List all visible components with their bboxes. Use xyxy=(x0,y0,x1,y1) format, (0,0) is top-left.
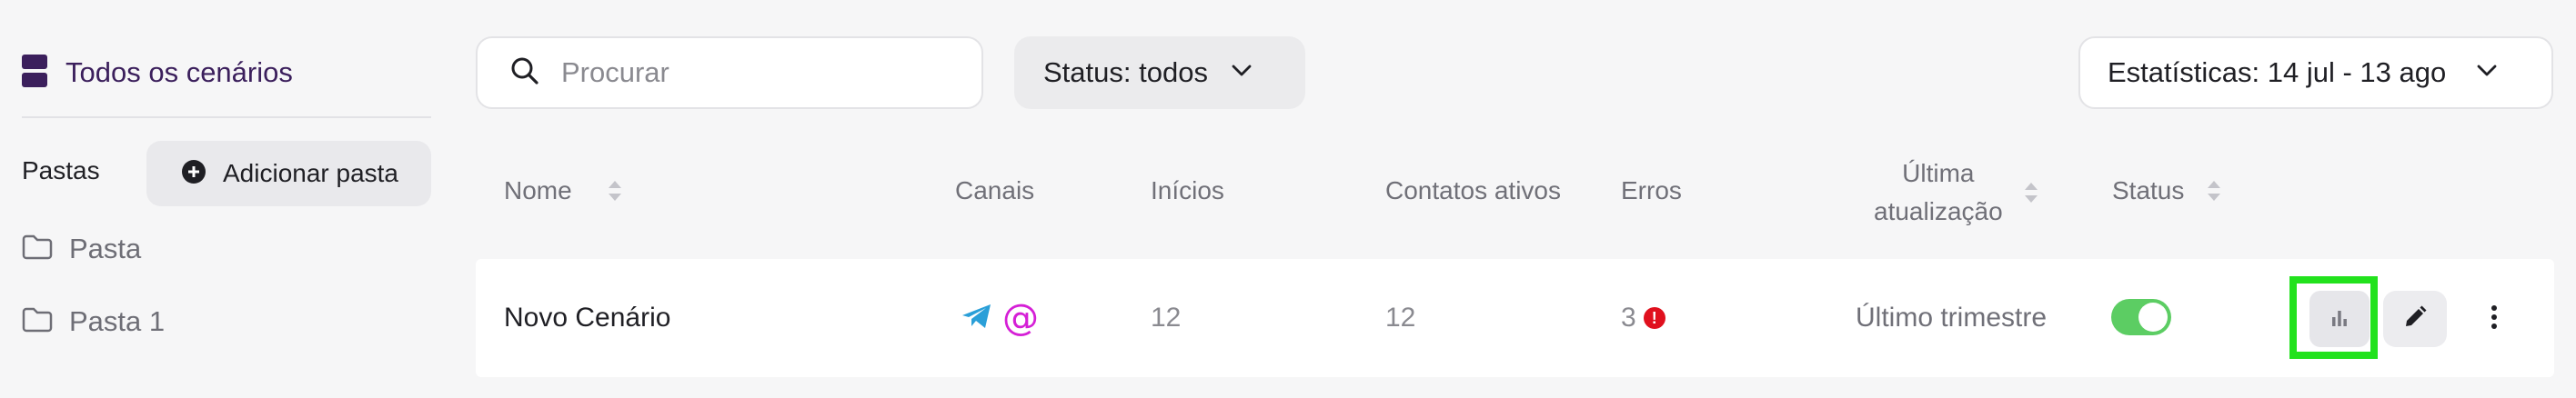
column-header-errors: Erros xyxy=(1621,173,1682,209)
last-update-line-2: atualização xyxy=(1874,197,2003,225)
folder-icon xyxy=(22,307,53,337)
add-folder-label: Adicionar pasta xyxy=(223,159,399,187)
folder-label: Pasta 1 xyxy=(69,305,166,337)
folders-label: Pastas xyxy=(22,156,100,184)
search-box[interactable] xyxy=(476,36,983,109)
column-header-errors-label: Erros xyxy=(1621,176,1682,204)
column-header-last-update-label: Última atualização xyxy=(1874,154,2003,231)
table-row[interactable] xyxy=(476,259,2554,377)
column-header-status[interactable]: Status xyxy=(2112,173,2221,209)
folder-label: Pasta xyxy=(69,233,142,264)
column-header-last-update[interactable]: Última atualização xyxy=(1874,154,2038,231)
bar-chart-icon xyxy=(2329,306,2350,333)
search-icon xyxy=(510,56,539,90)
chevron-down-icon xyxy=(1232,65,1252,82)
edit-button[interactable] xyxy=(2383,291,2447,347)
scenario-name[interactable]: Novo Cenário xyxy=(504,300,670,336)
column-header-active-contacts-label: Contatos ativos xyxy=(1385,176,1561,204)
column-header-status-label: Status xyxy=(2112,176,2185,204)
search-input[interactable] xyxy=(559,55,945,90)
more-vertical-icon xyxy=(2490,304,2498,334)
last-update-value: Último trimestre xyxy=(1856,303,2048,333)
stats-range-dropdown[interactable]: Estatísticas: 14 jul - 13 ago xyxy=(2078,36,2553,109)
column-header-name-label: Nome xyxy=(504,176,572,204)
sort-icon xyxy=(2024,180,2038,205)
chevron-down-icon xyxy=(2477,65,2497,82)
stats-range-label: Estatísticas: 14 jul - 13 ago xyxy=(2108,56,2447,88)
error-alert-icon: ! xyxy=(1643,307,1665,329)
status-filter-dropdown[interactable]: Status: todos xyxy=(1014,36,1305,109)
add-folder-button[interactable]: Adicionar pasta xyxy=(146,141,431,206)
sidebar-folder-pasta-1[interactable]: Pasta 1 xyxy=(22,300,165,343)
errors-value: 3 xyxy=(1621,303,1636,333)
sort-icon xyxy=(608,178,621,204)
errors-cell[interactable]: 3 ! xyxy=(1621,300,1665,336)
sidebar-all-scenarios-label: Todos os cenários xyxy=(65,56,293,88)
active-contacts-value: 12 xyxy=(1385,303,1416,333)
last-update-line-1: Última xyxy=(1902,159,1975,187)
email-at-icon: @ xyxy=(1002,297,1039,339)
sidebar-divider xyxy=(22,116,431,118)
plus-circle-icon xyxy=(181,159,206,189)
column-header-active-contacts: Contatos ativos xyxy=(1385,173,1561,209)
more-options-button[interactable] xyxy=(2476,291,2512,347)
column-header-channels-label: Canais xyxy=(955,176,1035,204)
pencil-icon xyxy=(2402,304,2428,334)
column-header-name[interactable]: Nome xyxy=(504,173,621,209)
toggle-knob xyxy=(2138,303,2168,332)
sort-icon xyxy=(2208,178,2221,204)
statistics-button[interactable] xyxy=(2309,291,2370,347)
column-header-starts: Inícios xyxy=(1151,173,1224,209)
status-filter-label: Status: todos xyxy=(1043,56,1208,88)
column-header-starts-label: Inícios xyxy=(1151,176,1224,204)
channel-icons: @ xyxy=(961,300,1039,336)
starts-value: 12 xyxy=(1151,303,1182,333)
column-header-channels: Canais xyxy=(955,173,1034,209)
sidebar-folder-pasta[interactable]: Pasta xyxy=(22,227,141,271)
sidebar-all-scenarios[interactable]: Todos os cenários xyxy=(22,51,293,95)
folder-icon xyxy=(22,234,53,264)
stack-icon xyxy=(22,54,47,92)
telegram-icon xyxy=(961,302,993,335)
status-toggle[interactable] xyxy=(2111,299,2171,335)
